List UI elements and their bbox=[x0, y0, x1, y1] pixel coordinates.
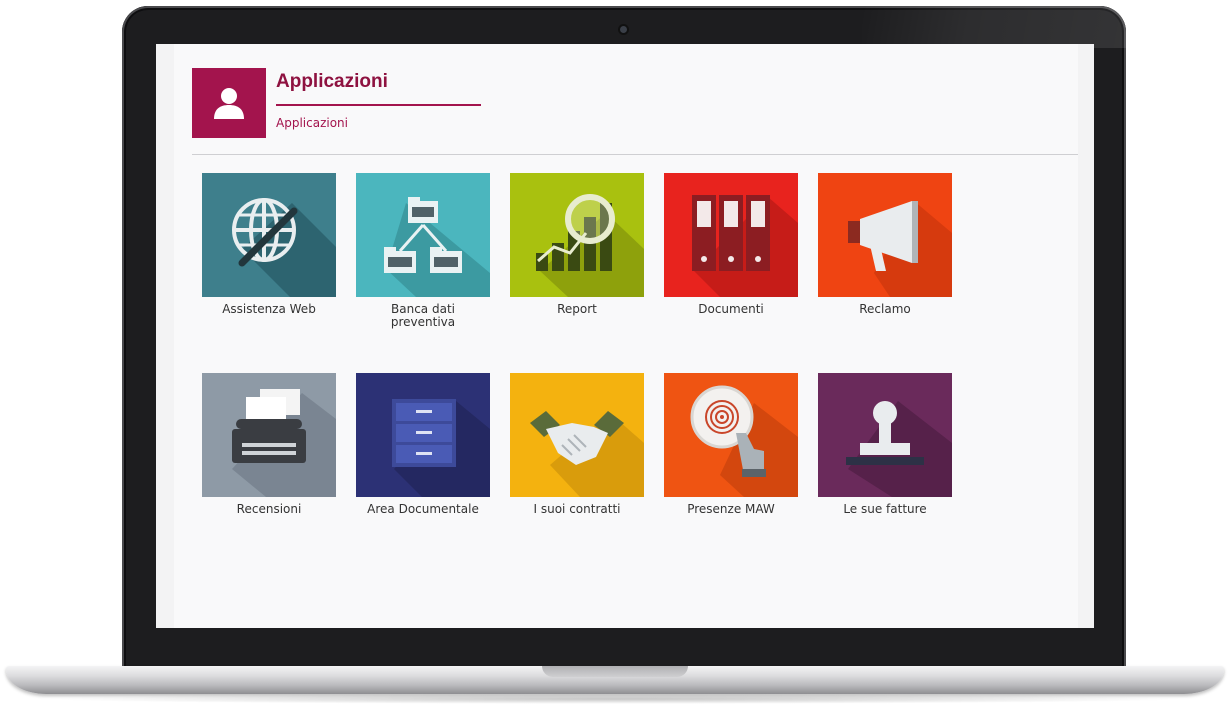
filing-cabinet-icon bbox=[356, 373, 490, 497]
user-icon bbox=[192, 68, 266, 138]
tile-label: I suoi contratti bbox=[533, 502, 621, 516]
tile-le-sue-fatture[interactable]: Le sue fatture bbox=[818, 373, 952, 516]
laptop-lid: Applicazioni Applicazioni Assistenza Web… bbox=[122, 6, 1126, 674]
tile-documenti[interactable]: Documenti bbox=[664, 173, 798, 316]
tile-label: Reclamo bbox=[859, 302, 911, 316]
breadcrumb[interactable]: Applicazioni bbox=[276, 116, 348, 130]
laptop-shadow bbox=[40, 694, 1190, 704]
tile-area-documentale[interactable]: Area Documentale bbox=[356, 373, 490, 516]
tile-label: Le sue fatture bbox=[843, 502, 927, 516]
tile-i-suoi-contratti[interactable]: I suoi contratti bbox=[510, 373, 644, 516]
laptop-screen: Applicazioni Applicazioni Assistenza Web… bbox=[156, 44, 1094, 628]
tile-label: Assistenza Web bbox=[222, 302, 316, 316]
tile-label: Banca dati preventiva bbox=[390, 302, 456, 329]
tile-label: Presenze MAW bbox=[687, 502, 775, 516]
page-title: Applicazioni bbox=[276, 71, 388, 92]
lid-glare bbox=[862, 6, 1126, 48]
applications-page: Applicazioni Applicazioni Assistenza Web… bbox=[174, 44, 1078, 628]
tile-banca-dati-preventiva[interactable]: Banca dati preventiva bbox=[356, 173, 490, 329]
tile-presenze-maw[interactable]: Presenze MAW bbox=[664, 373, 798, 516]
tile-label: Documenti bbox=[698, 302, 764, 316]
tile-recensioni[interactable]: Recensioni bbox=[202, 373, 336, 516]
folder-tree-icon bbox=[356, 173, 490, 297]
laptop-notch bbox=[542, 666, 688, 677]
header-divider bbox=[192, 154, 1078, 155]
tile-assistenza-web[interactable]: Assistenza Web bbox=[202, 173, 336, 316]
megaphone-icon bbox=[818, 173, 952, 297]
tile-reclamo[interactable]: Reclamo bbox=[818, 173, 952, 316]
tile-report[interactable]: Report bbox=[510, 173, 644, 316]
handshake-icon bbox=[510, 373, 644, 497]
binders-icon bbox=[664, 173, 798, 297]
tile-label: Area Documentale bbox=[367, 502, 479, 516]
tile-label: Recensioni bbox=[236, 502, 302, 516]
typewriter-icon bbox=[202, 373, 336, 497]
bar-chart-magnifier-icon bbox=[510, 173, 644, 297]
tile-label: Report bbox=[557, 302, 597, 316]
laptop-base bbox=[6, 666, 1224, 694]
title-underline bbox=[276, 104, 481, 106]
fingerprint-icon bbox=[664, 373, 798, 497]
camera-icon bbox=[620, 26, 627, 33]
stamp-icon bbox=[818, 373, 952, 497]
globe-icon bbox=[202, 173, 336, 297]
